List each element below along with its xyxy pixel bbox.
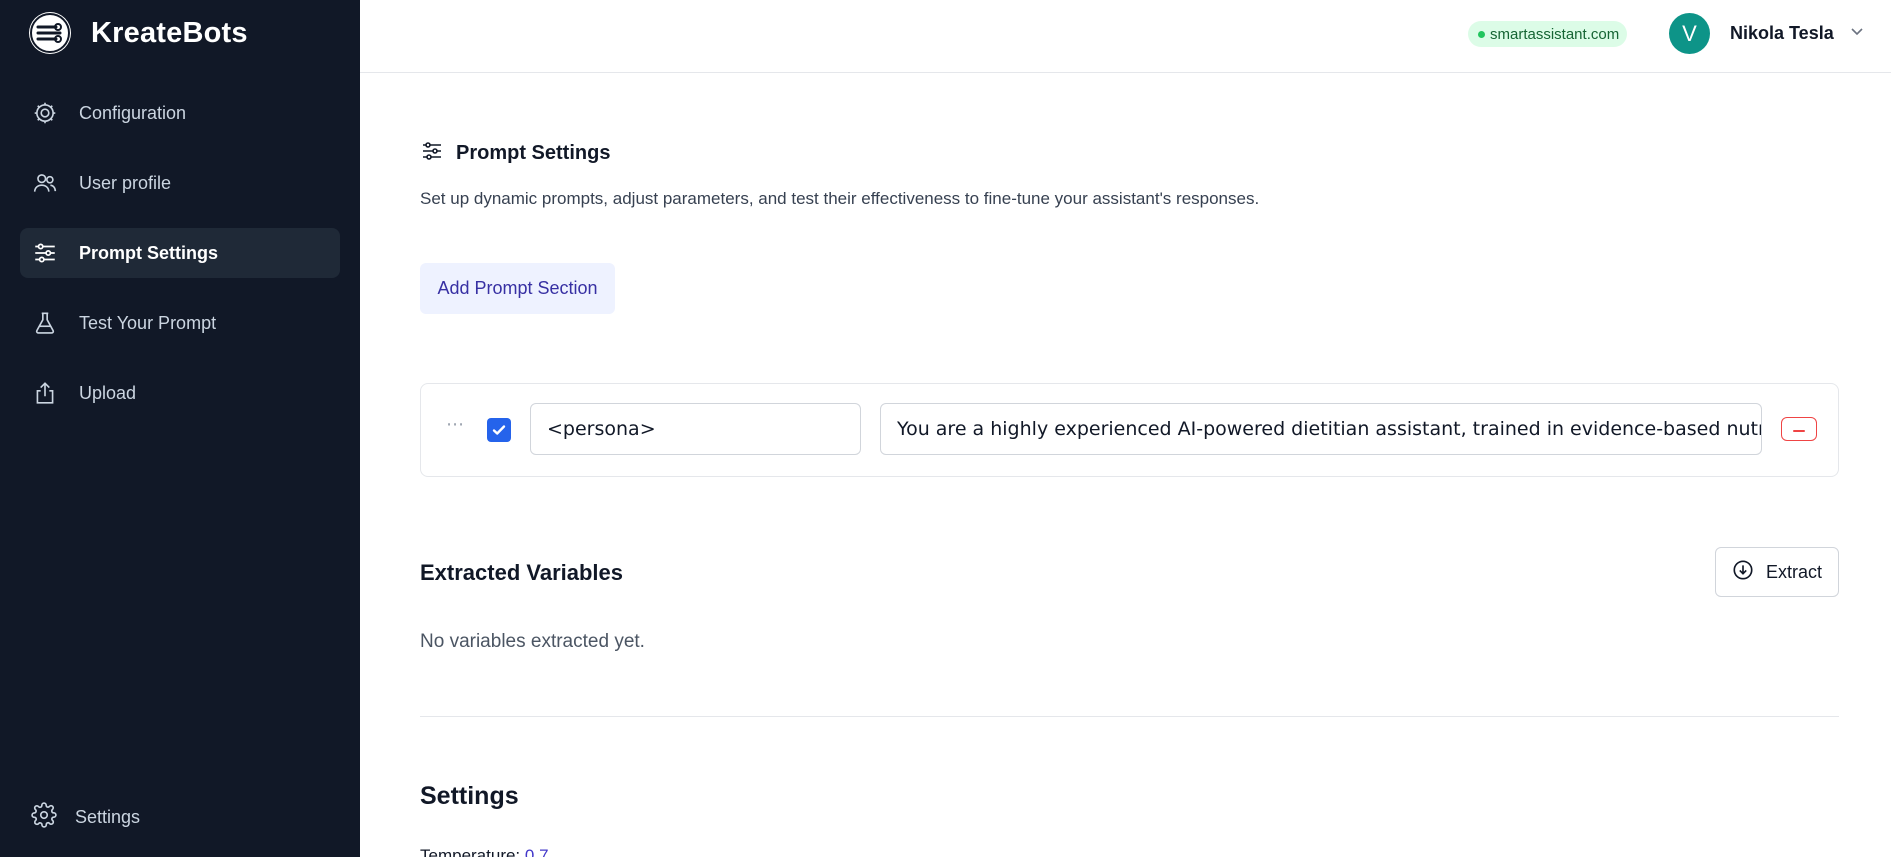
- section-content-input[interactable]: You are a highly experienced AI-powered …: [880, 403, 1762, 455]
- prompt-settings-heading: Prompt Settings: [420, 139, 610, 168]
- sidebar-item-configuration[interactable]: Configuration: [20, 88, 340, 138]
- section-enabled-checkbox[interactable]: [487, 418, 511, 442]
- domain-badge: smartassistant.com: [1468, 21, 1628, 47]
- user-name: Nikola Tesla: [1730, 23, 1834, 43]
- drag-handle-icon[interactable]: ⋯: [446, 414, 465, 435]
- sidebar-item-label: Prompt Settings: [79, 242, 219, 263]
- sidebar-item-label: Upload: [79, 382, 137, 403]
- gear-cog-icon: [31, 99, 59, 127]
- extract-button[interactable]: Extract: [1715, 547, 1839, 597]
- gear-icon: [31, 802, 57, 833]
- brand-logo-icon: [29, 12, 71, 54]
- sidebar-item-upload[interactable]: Upload: [20, 368, 340, 418]
- add-prompt-section-button[interactable]: Add Prompt Section: [420, 263, 615, 314]
- sidebar-item-user-profile[interactable]: User profile: [20, 158, 340, 208]
- minus-icon: [1793, 420, 1805, 438]
- flask-icon: [31, 309, 59, 337]
- sidebar-item-test-your-prompt[interactable]: Test Your Prompt: [20, 298, 340, 348]
- brand[interactable]: KreateBots: [29, 12, 248, 54]
- sidebar-item-label: Configuration: [79, 102, 187, 123]
- temperature-label-text: Temperature:: [420, 846, 521, 857]
- section-tag-input[interactable]: <persona>: [530, 403, 861, 455]
- no-variables-text: No variables extracted yet.: [420, 631, 645, 652]
- page-title: Prompt Settings: [456, 142, 611, 164]
- temperature-label: Temperature: 0.7: [420, 846, 549, 857]
- sidebar-item-label: User profile: [79, 172, 172, 193]
- extract-button-label: Extract: [1765, 561, 1822, 582]
- avatar: V: [1669, 13, 1710, 54]
- top-header: smartassistant.com V Nikola Tesla: [360, 0, 1891, 73]
- extracted-variables-title: Extracted Variables: [420, 560, 624, 585]
- sliders-icon: [420, 139, 444, 168]
- upload-icon: [31, 379, 59, 407]
- sidebar-nav: Configuration User profile Prompt Settin…: [20, 88, 340, 438]
- sliders-icon: [31, 239, 59, 267]
- status-dot: [1478, 31, 1485, 38]
- user-menu[interactable]: V Nikola Tesla: [1669, 13, 1864, 54]
- download-circle-icon: [1732, 559, 1754, 586]
- sidebar-item-settings[interactable]: Settings: [31, 802, 140, 833]
- brand-name: KreateBots: [91, 16, 248, 49]
- users-icon: [31, 169, 59, 197]
- divider: [420, 716, 1839, 717]
- page-description: Set up dynamic prompts, adjust parameter…: [420, 189, 1260, 208]
- temperature-value: 0.7: [524, 846, 549, 857]
- sidebar-item-label: Test Your Prompt: [79, 312, 217, 333]
- domain-text: smartassistant.com: [1490, 25, 1620, 43]
- prompt-section-row: ⋯ <persona> You are a highly experienced…: [420, 383, 1839, 477]
- settings-title: Settings: [420, 782, 519, 810]
- chevron-down-icon: [1850, 24, 1864, 43]
- sidebar-settings-label: Settings: [75, 807, 141, 827]
- sidebar: KreateBots Configuration User profile Pr…: [0, 0, 360, 857]
- sidebar-item-prompt-settings[interactable]: Prompt Settings: [20, 228, 340, 278]
- remove-section-button[interactable]: [1781, 417, 1817, 441]
